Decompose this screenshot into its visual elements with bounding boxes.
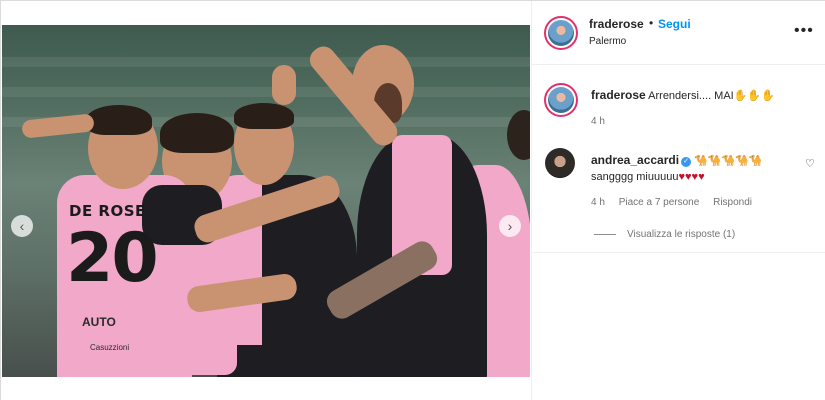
post-side-panel: fraderose • Segui Palermo ••• fraderose … [531,1,825,400]
comment-text: fraderose Arrendersi.... MAI✋✋✋ [591,87,806,104]
post-modal: DE ROSE 20 AUTO Casuzzioni ‹ › fraderose… [0,0,825,400]
player-head [507,110,530,160]
carousel-prev-button[interactable]: ‹ [11,215,33,237]
replies-divider [594,234,616,235]
jersey-name: DE ROSE [69,202,146,220]
more-horizontal-icon[interactable]: ••• [794,23,814,39]
player-hair [160,113,234,153]
emoji-camels: 🐪🐪🐪🐪🐪 [694,155,763,167]
view-replies-button[interactable]: Visualizza le risposte (1) [594,229,735,240]
chevron-left-icon: ‹ [19,218,25,234]
comment-time[interactable]: 4 h [591,116,605,127]
stadium-stand [2,87,530,97]
heart-icon[interactable]: ♡ [805,157,815,170]
follow-button[interactable]: Segui [658,17,691,31]
comment-text: andrea_accardi ✓ 🐪🐪🐪🐪🐪 sangggg miuuuuu♥♥♥… [591,152,806,185]
carousel-next-button[interactable]: › [499,215,521,237]
comment-meta: 4 h Piace a 7 persone Rispondi [591,197,763,208]
player-hair [234,103,294,129]
jersey-number: 20 [66,219,159,298]
reply-button[interactable]: Rispondi [713,197,752,208]
comment-body: sangggg miuuuuu [591,171,679,183]
verified-badge-icon: ✓ [681,157,692,167]
comment-username[interactable]: andrea_accardi [591,153,679,167]
separator-dot: • [649,16,654,30]
divider [532,252,825,253]
jersey-sponsor-sub: Casuzzioni [90,343,130,352]
avatar[interactable] [544,16,578,50]
jersey-sponsor: AUTO [82,315,116,329]
avatar[interactable] [544,83,578,117]
comment-likes[interactable]: Piace a 7 persone [619,197,700,208]
comment-username[interactable]: fraderose [591,88,646,102]
view-replies-label: Visualizza le risposte (1) [627,229,736,240]
emoji-hands: ✋✋✋ [733,90,775,102]
post-header: fraderose • Segui Palermo ••• [532,1,825,65]
chevron-right-icon: › [507,218,513,234]
emoji-hearts: ♥♥♥♥ [678,171,705,183]
player-hand [272,65,296,105]
post-author-username[interactable]: fraderose [589,17,644,31]
player-hair [86,105,152,135]
post-image[interactable]: DE ROSE 20 AUTO Casuzzioni ‹ › [2,25,530,377]
comment-time[interactable]: 4 h [591,197,605,208]
stadium-stand [2,57,530,67]
avatar[interactable] [545,148,575,178]
post-location[interactable]: Palermo [589,36,626,47]
comment-body: Arrendersi.... MAI [648,90,734,102]
